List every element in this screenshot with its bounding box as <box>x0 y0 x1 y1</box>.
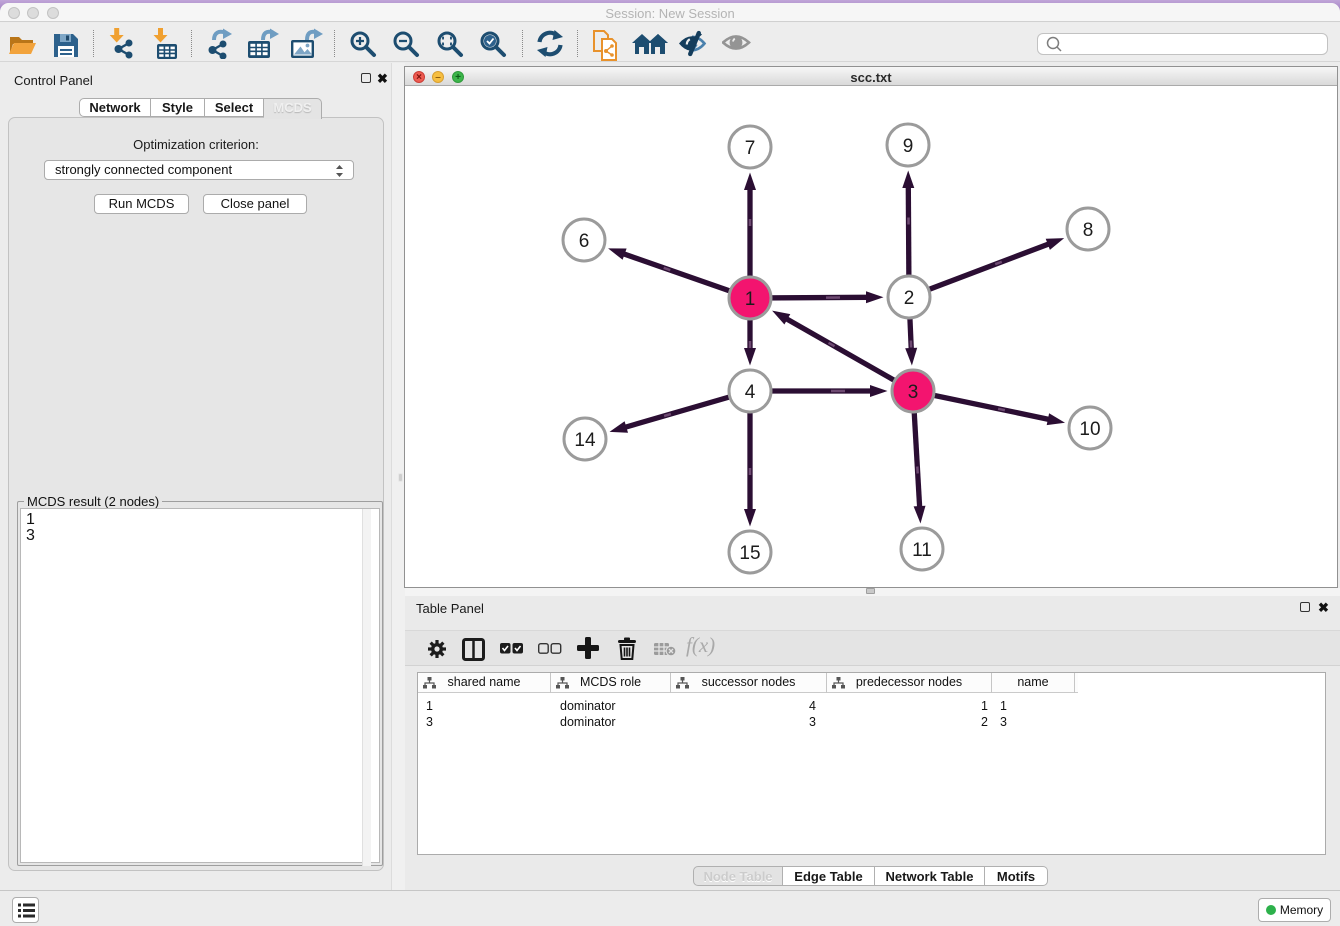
svg-text:6: 6 <box>579 231 590 252</box>
svg-text:2: 2 <box>904 288 915 309</box>
svg-text:9: 9 <box>903 136 914 157</box>
svg-text:3: 3 <box>908 382 919 403</box>
svg-text:11: 11 <box>912 540 932 561</box>
svg-text:4: 4 <box>745 382 756 403</box>
svg-text:1: 1 <box>745 289 756 310</box>
svg-text:8: 8 <box>1083 220 1094 241</box>
svg-text:15: 15 <box>739 543 760 564</box>
svg-text:10: 10 <box>1079 419 1100 440</box>
svg-text:14: 14 <box>574 430 596 451</box>
svg-text:7: 7 <box>745 138 756 159</box>
